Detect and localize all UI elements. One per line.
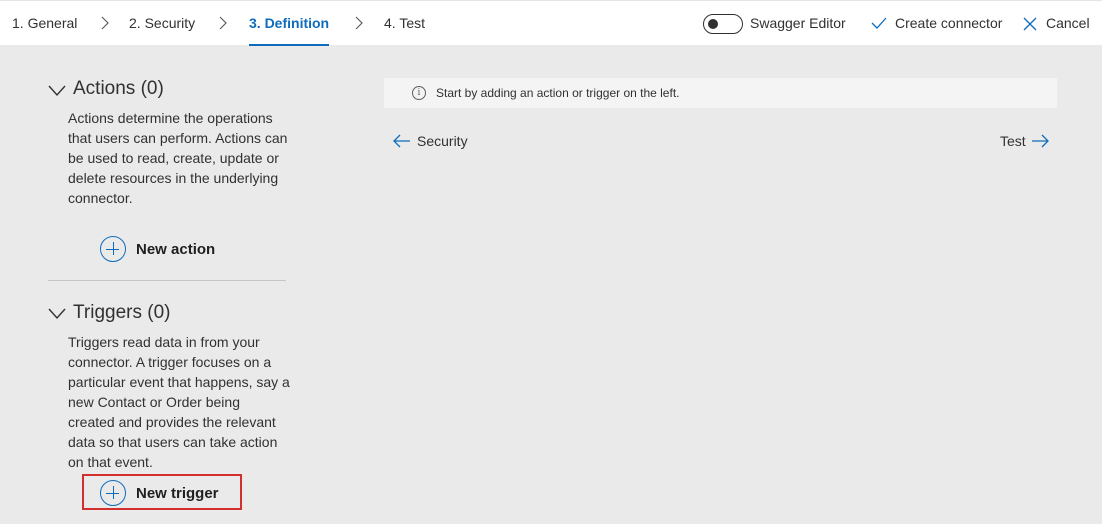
arrow-left-icon[interactable]	[393, 134, 411, 148]
triggers-title[interactable]: Triggers (0)	[73, 302, 170, 324]
create-connector-button[interactable]: Create connector	[895, 1, 1002, 46]
arrow-right-icon[interactable]	[1031, 134, 1049, 148]
step-general[interactable]: 1. General	[12, 1, 77, 46]
highlight-box	[82, 474, 242, 510]
checkmark-icon[interactable]	[871, 16, 887, 30]
triggers-description: Triggers read data in from your connecto…	[68, 334, 290, 470]
step-security[interactable]: 2. Security	[129, 1, 195, 46]
chevron-right-icon	[217, 16, 229, 30]
wizard-header: 1. General 2. Security 3. Definition 4. …	[0, 0, 1102, 46]
toggle-knob	[708, 19, 718, 29]
new-action-label: New action	[136, 240, 216, 258]
chevron-right-icon	[353, 16, 365, 30]
step-test[interactable]: 4. Test	[384, 1, 425, 46]
swagger-editor-label[interactable]: Swagger Editor	[750, 1, 846, 46]
info-message: Start by adding an action or trigger on …	[436, 86, 680, 100]
chevron-right-icon	[99, 16, 111, 30]
actions-title[interactable]: Actions (0)	[73, 78, 164, 100]
cancel-button[interactable]: Cancel	[1046, 1, 1090, 46]
section-divider	[48, 280, 286, 281]
close-icon[interactable]	[1023, 17, 1037, 31]
next-test-link[interactable]: Test	[1000, 131, 1026, 151]
new-action-button[interactable]: New action	[100, 234, 215, 264]
actions-description: Actions determine the operations that us…	[68, 110, 288, 206]
swagger-editor-toggle[interactable]	[703, 14, 743, 34]
info-icon: i	[412, 86, 426, 100]
chevron-down-icon[interactable]	[48, 307, 66, 320]
add-icon	[100, 236, 126, 262]
chevron-down-icon[interactable]	[48, 84, 66, 97]
back-security-link[interactable]: Security	[417, 131, 468, 151]
step-definition[interactable]: 3. Definition	[249, 1, 330, 46]
